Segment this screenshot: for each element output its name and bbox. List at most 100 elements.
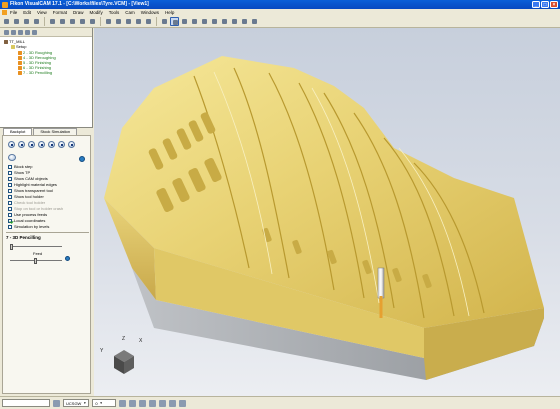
- option-checkbox[interactable]: Check tool holder: [8, 200, 45, 205]
- select-button[interactable]: [114, 17, 123, 26]
- option-checkbox[interactable]: Local coordinates: [8, 218, 45, 223]
- layer-icon[interactable]: [159, 399, 167, 407]
- snap-button[interactable]: [104, 17, 113, 26]
- option-checkbox[interactable]: Stop on tool or holder crash: [8, 206, 63, 211]
- option-checkbox[interactable]: Block step: [8, 164, 32, 169]
- option-checkbox[interactable]: Highlight material edges: [8, 182, 57, 187]
- checkbox[interactable]: [8, 212, 12, 217]
- render-button[interactable]: [240, 17, 249, 26]
- rewind-button[interactable]: [8, 141, 15, 148]
- menu-file[interactable]: File: [10, 9, 17, 16]
- maximize-button[interactable]: □: [541, 1, 549, 8]
- coordinate-system-dropdown[interactable]: UCSGW ▼: [63, 399, 90, 407]
- setup-icon: [11, 44, 15, 49]
- checkbox[interactable]: [8, 194, 12, 199]
- shade-button[interactable]: [170, 17, 179, 26]
- view-front-button[interactable]: [210, 17, 219, 26]
- checkbox[interactable]: [8, 200, 12, 205]
- play-button[interactable]: [28, 141, 35, 148]
- checkbox[interactable]: [8, 224, 12, 229]
- rotate-button[interactable]: [144, 17, 153, 26]
- tree-play-icon[interactable]: [18, 29, 23, 35]
- checkbox[interactable]: [8, 218, 12, 223]
- tree-open-icon[interactable]: [11, 29, 16, 35]
- tab-stock-simulation[interactable]: Stock Simulation: [33, 128, 78, 135]
- option-checkbox[interactable]: Show tool holder: [8, 194, 44, 199]
- checkbox[interactable]: [8, 170, 12, 175]
- view-iso-button[interactable]: [200, 17, 209, 26]
- polar-icon[interactable]: [149, 399, 157, 407]
- cut-button[interactable]: [48, 17, 57, 26]
- open-button[interactable]: [12, 17, 21, 26]
- menu-modify[interactable]: Modify: [90, 9, 103, 16]
- menu-edit[interactable]: Edit: [23, 9, 31, 16]
- snap-grid-icon[interactable]: [119, 399, 127, 407]
- feed-reset-button[interactable]: [65, 256, 70, 261]
- menu-tools[interactable]: Tools: [109, 9, 120, 16]
- checkbox[interactable]: [8, 164, 12, 169]
- toggle-button[interactable]: [8, 154, 16, 161]
- zoom-button[interactable]: [134, 17, 143, 26]
- value-dropdown[interactable]: 0 ▼: [92, 399, 117, 407]
- menu-windows[interactable]: Windows: [141, 9, 159, 16]
- tree-new-icon[interactable]: [4, 29, 9, 35]
- separator: [6, 232, 89, 233]
- menu-cam[interactable]: Cam: [125, 9, 135, 16]
- 3d-viewport[interactable]: Y X Z: [94, 28, 560, 396]
- osnap-icon[interactable]: [139, 399, 147, 407]
- machine-button[interactable]: [124, 17, 133, 26]
- end-button[interactable]: [58, 141, 65, 148]
- option-checkbox[interactable]: Show TP: [8, 170, 30, 175]
- backplot-options: Block step Show TP Show CAM objects Highlig…: [2, 135, 91, 394]
- undo-button[interactable]: [78, 17, 87, 26]
- fit-button[interactable]: [190, 17, 199, 26]
- close-button[interactable]: ×: [550, 1, 558, 8]
- stop-button[interactable]: [48, 141, 55, 148]
- menu-help[interactable]: Help: [165, 9, 174, 16]
- option-checkbox[interactable]: Show CAM objects: [8, 176, 48, 181]
- wireframe-button[interactable]: [180, 17, 189, 26]
- new-button[interactable]: [2, 17, 11, 26]
- pan-button[interactable]: [160, 17, 169, 26]
- tree-options-icon[interactable]: [25, 29, 30, 35]
- linetype-icon[interactable]: [179, 399, 187, 407]
- tree-delete-icon[interactable]: [32, 29, 37, 35]
- redo-button[interactable]: [88, 17, 97, 26]
- copy-button[interactable]: [58, 17, 67, 26]
- option-checkbox[interactable]: Show transparent tool: [8, 188, 53, 193]
- view-right-button[interactable]: [230, 17, 239, 26]
- document-icon[interactable]: [2, 10, 7, 15]
- list-button[interactable]: [68, 141, 75, 148]
- main-toolbar: [0, 16, 560, 28]
- paste-button[interactable]: [68, 17, 77, 26]
- save-button[interactable]: [22, 17, 31, 26]
- info-button[interactable]: [79, 156, 85, 162]
- menu-draw[interactable]: Draw: [73, 9, 84, 16]
- step-back-button[interactable]: [18, 141, 25, 148]
- settings-button[interactable]: [250, 17, 259, 26]
- color-icon[interactable]: [169, 399, 177, 407]
- checkbox[interactable]: [8, 188, 12, 193]
- minimize-button[interactable]: _: [532, 1, 540, 8]
- feed-thumb[interactable]: [34, 257, 37, 264]
- print-button[interactable]: [32, 17, 41, 26]
- step-forward-button[interactable]: [38, 141, 45, 148]
- slider-thumb[interactable]: [10, 243, 13, 250]
- checkbox[interactable]: [8, 206, 12, 211]
- ortho-icon[interactable]: [129, 399, 137, 407]
- tree-op-5[interactable]: 7 - 3D Pencilling: [18, 70, 52, 75]
- checkbox[interactable]: [8, 176, 12, 181]
- tree-setup[interactable]: Setup: [11, 44, 26, 49]
- command-field[interactable]: [2, 399, 50, 407]
- feed-slider[interactable]: [10, 257, 62, 264]
- option-checkbox[interactable]: Use process feeds: [8, 212, 47, 217]
- tab-backplot[interactable]: Backplot: [3, 128, 33, 135]
- checkbox[interactable]: [8, 182, 12, 187]
- menu-format[interactable]: Format: [53, 9, 67, 16]
- view-top-button[interactable]: [220, 17, 229, 26]
- tree-toolbar: [0, 28, 92, 37]
- position-slider[interactable]: [10, 243, 62, 250]
- home-icon[interactable]: [53, 399, 60, 407]
- menu-view[interactable]: View: [37, 9, 47, 16]
- option-checkbox[interactable]: Simulation by levels: [8, 224, 49, 229]
